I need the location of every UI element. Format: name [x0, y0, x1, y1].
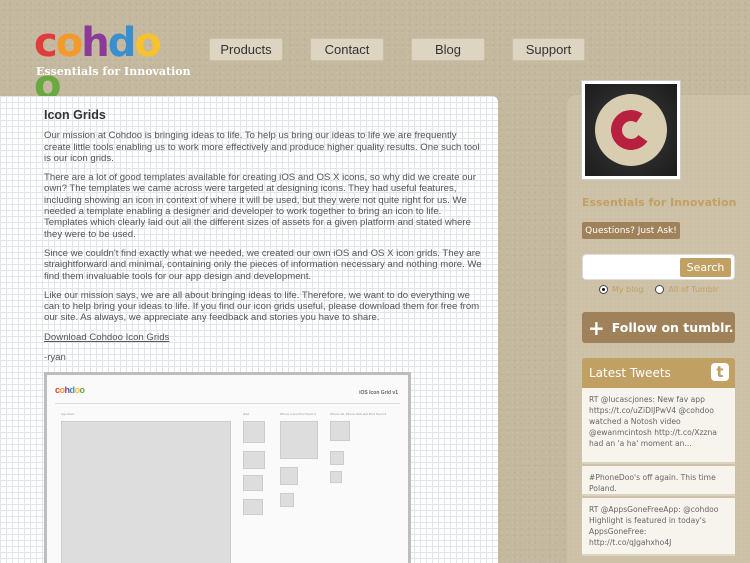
- radio-label: All of Tumblr: [668, 285, 719, 294]
- logo-letter: c: [34, 20, 58, 66]
- avatar-disc: [595, 94, 667, 166]
- logo-letter: o: [55, 20, 84, 66]
- preview-grid-box: [280, 467, 298, 486]
- nav-support[interactable]: Support: [512, 38, 585, 61]
- twitter-icon[interactable]: t: [711, 363, 729, 381]
- logo-wordmark: cohdoo: [34, 22, 184, 106]
- radio-all-tumblr[interactable]: [655, 285, 665, 294]
- article-paragraph: There are a lot of good templates availa…: [44, 172, 476, 240]
- preview-divider: [55, 403, 400, 405]
- preview-column-label: App Store: [61, 412, 75, 417]
- ask-button[interactable]: Questions? Just Ask!: [582, 222, 680, 239]
- search-scope: My blog All of Tumblr: [599, 285, 726, 294]
- avatar[interactable]: [581, 80, 681, 180]
- sidebar-title: Essentials for Innovation: [582, 196, 737, 209]
- logo-letter: d: [107, 20, 137, 66]
- plus-icon: +: [588, 315, 605, 340]
- follow-tumblr-button[interactable]: + Follow on tumblr.: [582, 312, 735, 343]
- preview-logo: cohdoo: [55, 385, 85, 396]
- preview-grid-box: [330, 421, 350, 442]
- preview-grid-box: [243, 451, 265, 470]
- article-paragraph: Our mission at Cohdoo is bringing ideas …: [44, 130, 480, 164]
- preview-grid-box: [330, 471, 342, 484]
- preview-grid-box: [243, 421, 265, 444]
- tweets-header: Latest Tweets t: [582, 358, 735, 388]
- search-input[interactable]: [586, 258, 678, 276]
- radio-my-blog[interactable]: [599, 285, 608, 294]
- nav-contact[interactable]: Contact: [310, 38, 384, 61]
- search-box: Search: [582, 254, 735, 280]
- preview-column-label: iPhone 4 and iPod Touch 4: [280, 412, 316, 417]
- article-paragraph: Since we couldn't find exactly what we n…: [44, 247, 482, 282]
- preview-grid-box: [61, 421, 231, 563]
- preview-column-label: iPhone 3G, iPhone 3GS and iPod Touch 3: [330, 412, 386, 417]
- logo-letter: h: [81, 20, 110, 66]
- preview-grid-box: [280, 421, 318, 460]
- cohdoo-c-icon: [607, 106, 655, 154]
- radio-label: My blog: [612, 285, 644, 294]
- preview-title: iOS Icon Grid v1: [359, 390, 398, 397]
- avatar-background: [585, 84, 677, 176]
- preview-grid-box: [243, 499, 263, 516]
- article-paragraph: Like our mission says, we are all about …: [44, 289, 480, 324]
- article-panel: Icon Grids Our mission at Cohdoo is brin…: [0, 96, 498, 563]
- preview-column-label: iPad: [243, 412, 250, 417]
- cohdoo-logo[interactable]: cohdoo Essentials for Innovation: [34, 22, 191, 106]
- tweet-item[interactable]: RT @lucascjones: New fav app https://t.c…: [582, 388, 735, 464]
- preview-grid-box: [243, 475, 263, 492]
- tweet-list: RT @lucascjones: New fav app https://t.c…: [582, 388, 735, 558]
- search-button[interactable]: Search: [680, 258, 731, 277]
- preview-grid-box: [280, 493, 294, 508]
- logo-tagline: Essentials for Innovation: [36, 65, 191, 78]
- nav-blog[interactable]: Blog: [411, 38, 485, 61]
- author-signature: -ryan: [44, 352, 66, 364]
- tweets-header-label: Latest Tweets: [589, 366, 671, 380]
- follow-label: Follow on tumblr.: [611, 320, 734, 335]
- nav-products[interactable]: Products: [209, 38, 283, 61]
- main-nav: Products Contact Blog Support: [209, 38, 585, 61]
- tweet-item[interactable]: RT @AppsGoneFreeApp: @cohdoo Highlight i…: [582, 498, 735, 556]
- preview-grid-box: [330, 451, 344, 466]
- article-title: Icon Grids: [44, 108, 106, 122]
- download-link[interactable]: Download Cohdoo Icon Grids: [44, 332, 169, 343]
- icon-grid-preview-image[interactable]: cohdoo iOS Icon Grid v1 App Store iPad i…: [44, 372, 411, 563]
- logo-letter: o: [134, 20, 162, 66]
- tweet-item[interactable]: #PhoneDoo's off again. This time Poland.: [582, 466, 735, 496]
